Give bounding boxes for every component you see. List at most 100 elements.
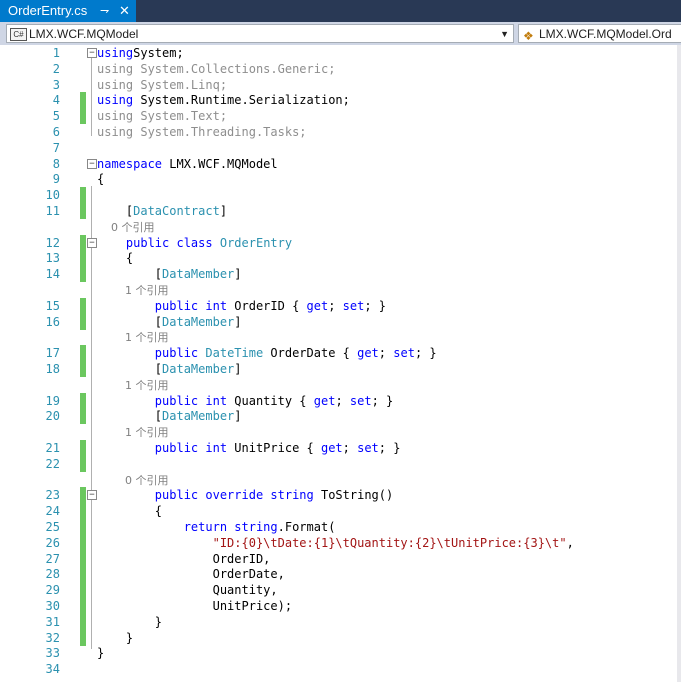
code-line[interactable]: 4 using System.Runtime.Serialization;	[0, 92, 681, 109]
code-line[interactable]: 29 Quantity,	[0, 582, 681, 599]
change-indicator	[80, 234, 86, 251]
project-dropdown[interactable]: C# LMX.WCF.MQModel ▼	[6, 24, 514, 43]
code-line[interactable]: 10	[0, 187, 681, 204]
line-number: 26	[45, 535, 60, 550]
code-lens-line[interactable]: 1 个引用	[0, 377, 681, 393]
code-line[interactable]: 33}	[0, 645, 681, 661]
code-line[interactable]: 26 "ID:{0}\tDate:{1}\tQuantity:{2}\tUnit…	[0, 534, 681, 551]
code-editor[interactable]: 1− usingSystem; 2 using System.Collections.…	[0, 45, 681, 682]
code-line[interactable]: 30 UnitPrice);	[0, 598, 681, 614]
code-line[interactable]: 12 − public class OrderEntry	[0, 234, 681, 251]
code-line[interactable]: 23 − public override string ToString()	[0, 487, 681, 504]
code-line[interactable]: 7	[0, 140, 681, 156]
code-lens-line[interactable]: 0 个引用	[0, 472, 681, 488]
code-line[interactable]: 19 public int Quantity { get; set; }	[0, 392, 681, 409]
code-text: using System.Threading.Tasks;	[97, 124, 307, 140]
reference-count[interactable]: 1 个引用	[97, 331, 169, 344]
code-token: ;	[335, 393, 350, 408]
reference-count[interactable]: 1 个引用	[97, 426, 169, 439]
reference-count[interactable]: 0 个引用	[97, 474, 169, 487]
code-token: get	[306, 298, 329, 313]
navigation-bar: C# LMX.WCF.MQModel ▼ ❖ LMX.WCF.MQModel.O…	[0, 22, 681, 45]
code-line[interactable]: 8 − namespace LMX.WCF.MQModel	[0, 156, 681, 172]
code-line[interactable]: 17 public DateTime OrderDate { get; set;…	[0, 345, 681, 362]
line-number: 5	[52, 109, 60, 124]
reference-count[interactable]: 1 个引用	[97, 379, 169, 392]
reference-count[interactable]: 1 个引用	[97, 284, 169, 297]
code-token: ]	[234, 362, 242, 376]
code-token: public	[154, 346, 199, 361]
member-dropdown[interactable]: ❖ LMX.WCF.MQModel.Ord	[518, 24, 681, 43]
code-token: System.Runtime.Serialization;	[133, 93, 350, 108]
code-text: using System.Runtime.Serialization;	[97, 92, 350, 108]
csharp-project-icon: C#	[10, 28, 27, 41]
code-text: [DataMember]	[97, 314, 242, 330]
collapse-icon[interactable]: −	[87, 48, 97, 58]
code-line[interactable]: 18 [DataMember]	[0, 361, 681, 377]
code-text: [DataMember]	[97, 408, 242, 424]
pin-icon[interactable]: ⇁	[100, 0, 109, 22]
code-line[interactable]: 6 using System.Threading.Tasks;	[0, 124, 681, 140]
change-indicator	[80, 519, 86, 535]
change-indicator	[80, 408, 86, 425]
close-icon[interactable]: ✕	[119, 0, 130, 22]
code-token: DataMember	[162, 409, 235, 424]
code-text: OrderID,	[97, 551, 271, 567]
code-text: UnitPrice);	[97, 598, 292, 614]
line-number: 28	[45, 567, 60, 582]
change-indicator	[80, 203, 86, 219]
code-line[interactable]: 27 OrderID,	[0, 550, 681, 567]
document-tab-bar: OrderEntry.cs ⇁ ✕	[0, 0, 681, 22]
code-line[interactable]: 2 using System.Collections.Generic;	[0, 61, 681, 77]
code-lens-line[interactable]: 1 个引用	[0, 424, 681, 440]
code-token: set	[342, 298, 365, 313]
code-line[interactable]: 9{	[0, 171, 681, 187]
collapse-icon[interactable]: −	[87, 158, 97, 169]
code-line[interactable]: 1 − usingSystem;	[0, 45, 681, 61]
code-token: public class	[125, 235, 213, 250]
code-token: using System.Collections.Generic;	[97, 61, 336, 76]
code-line[interactable]: 22	[0, 455, 681, 472]
code-lens-line[interactable]: 0 个引用	[0, 219, 681, 235]
code-token: ; }	[364, 298, 387, 313]
code-token: OrderDate {	[263, 346, 358, 361]
chevron-down-icon[interactable]: ▼	[500, 25, 509, 42]
line-number: 7	[52, 140, 60, 155]
code-line[interactable]: 31 }	[0, 613, 681, 630]
vertical-scrollbar[interactable]	[677, 45, 681, 682]
code-text: public override string ToString()	[97, 487, 393, 503]
code-line[interactable]: 3 using System.Linq;	[0, 77, 681, 93]
reference-count[interactable]: 0 个引用	[97, 221, 155, 234]
line-number: 13	[45, 251, 60, 266]
code-lens-line[interactable]: 1 个引用	[0, 329, 681, 345]
change-indicator	[80, 613, 86, 630]
code-line[interactable]: 25 return string.Format(	[0, 519, 681, 535]
code-line[interactable]: 16 [DataMember]	[0, 313, 681, 330]
code-line[interactable]: 24 {	[0, 503, 681, 520]
code-line[interactable]: 34	[0, 661, 681, 677]
code-line[interactable]: 21 public int UnitPrice { get; set; }	[0, 440, 681, 456]
collapse-icon[interactable]: −	[87, 490, 97, 501]
line-number: 14	[45, 267, 60, 282]
line-number: 11	[45, 204, 60, 218]
change-indicator	[80, 392, 86, 409]
code-token: public int	[154, 441, 228, 455]
collapse-icon[interactable]: −	[87, 237, 97, 248]
code-token: [	[97, 409, 163, 424]
code-line[interactable]: 14 [DataMember]	[0, 266, 681, 283]
code-line[interactable]: 5 using System.Text;	[0, 108, 681, 125]
code-line[interactable]: 15 public int OrderID { get; set; }	[0, 297, 681, 314]
code-token: namespace	[97, 156, 163, 171]
line-number: 12	[45, 235, 60, 250]
code-line[interactable]: 32 }	[0, 629, 681, 646]
code-line[interactable]: 13 {	[0, 250, 681, 267]
tab-order-entry[interactable]: OrderEntry.cs ⇁ ✕	[0, 0, 136, 22]
code-lens-line[interactable]: 1 个引用	[0, 282, 681, 298]
code-text: using System.Linq;	[97, 77, 227, 93]
code-text: return string.Format(	[97, 519, 336, 535]
code-line[interactable]: 11 [DataContract]	[0, 203, 681, 219]
code-line[interactable]: 20 [DataMember]	[0, 408, 681, 425]
code-text: using System.Text;	[97, 108, 227, 124]
code-line[interactable]: 28 OrderDate,	[0, 566, 681, 583]
